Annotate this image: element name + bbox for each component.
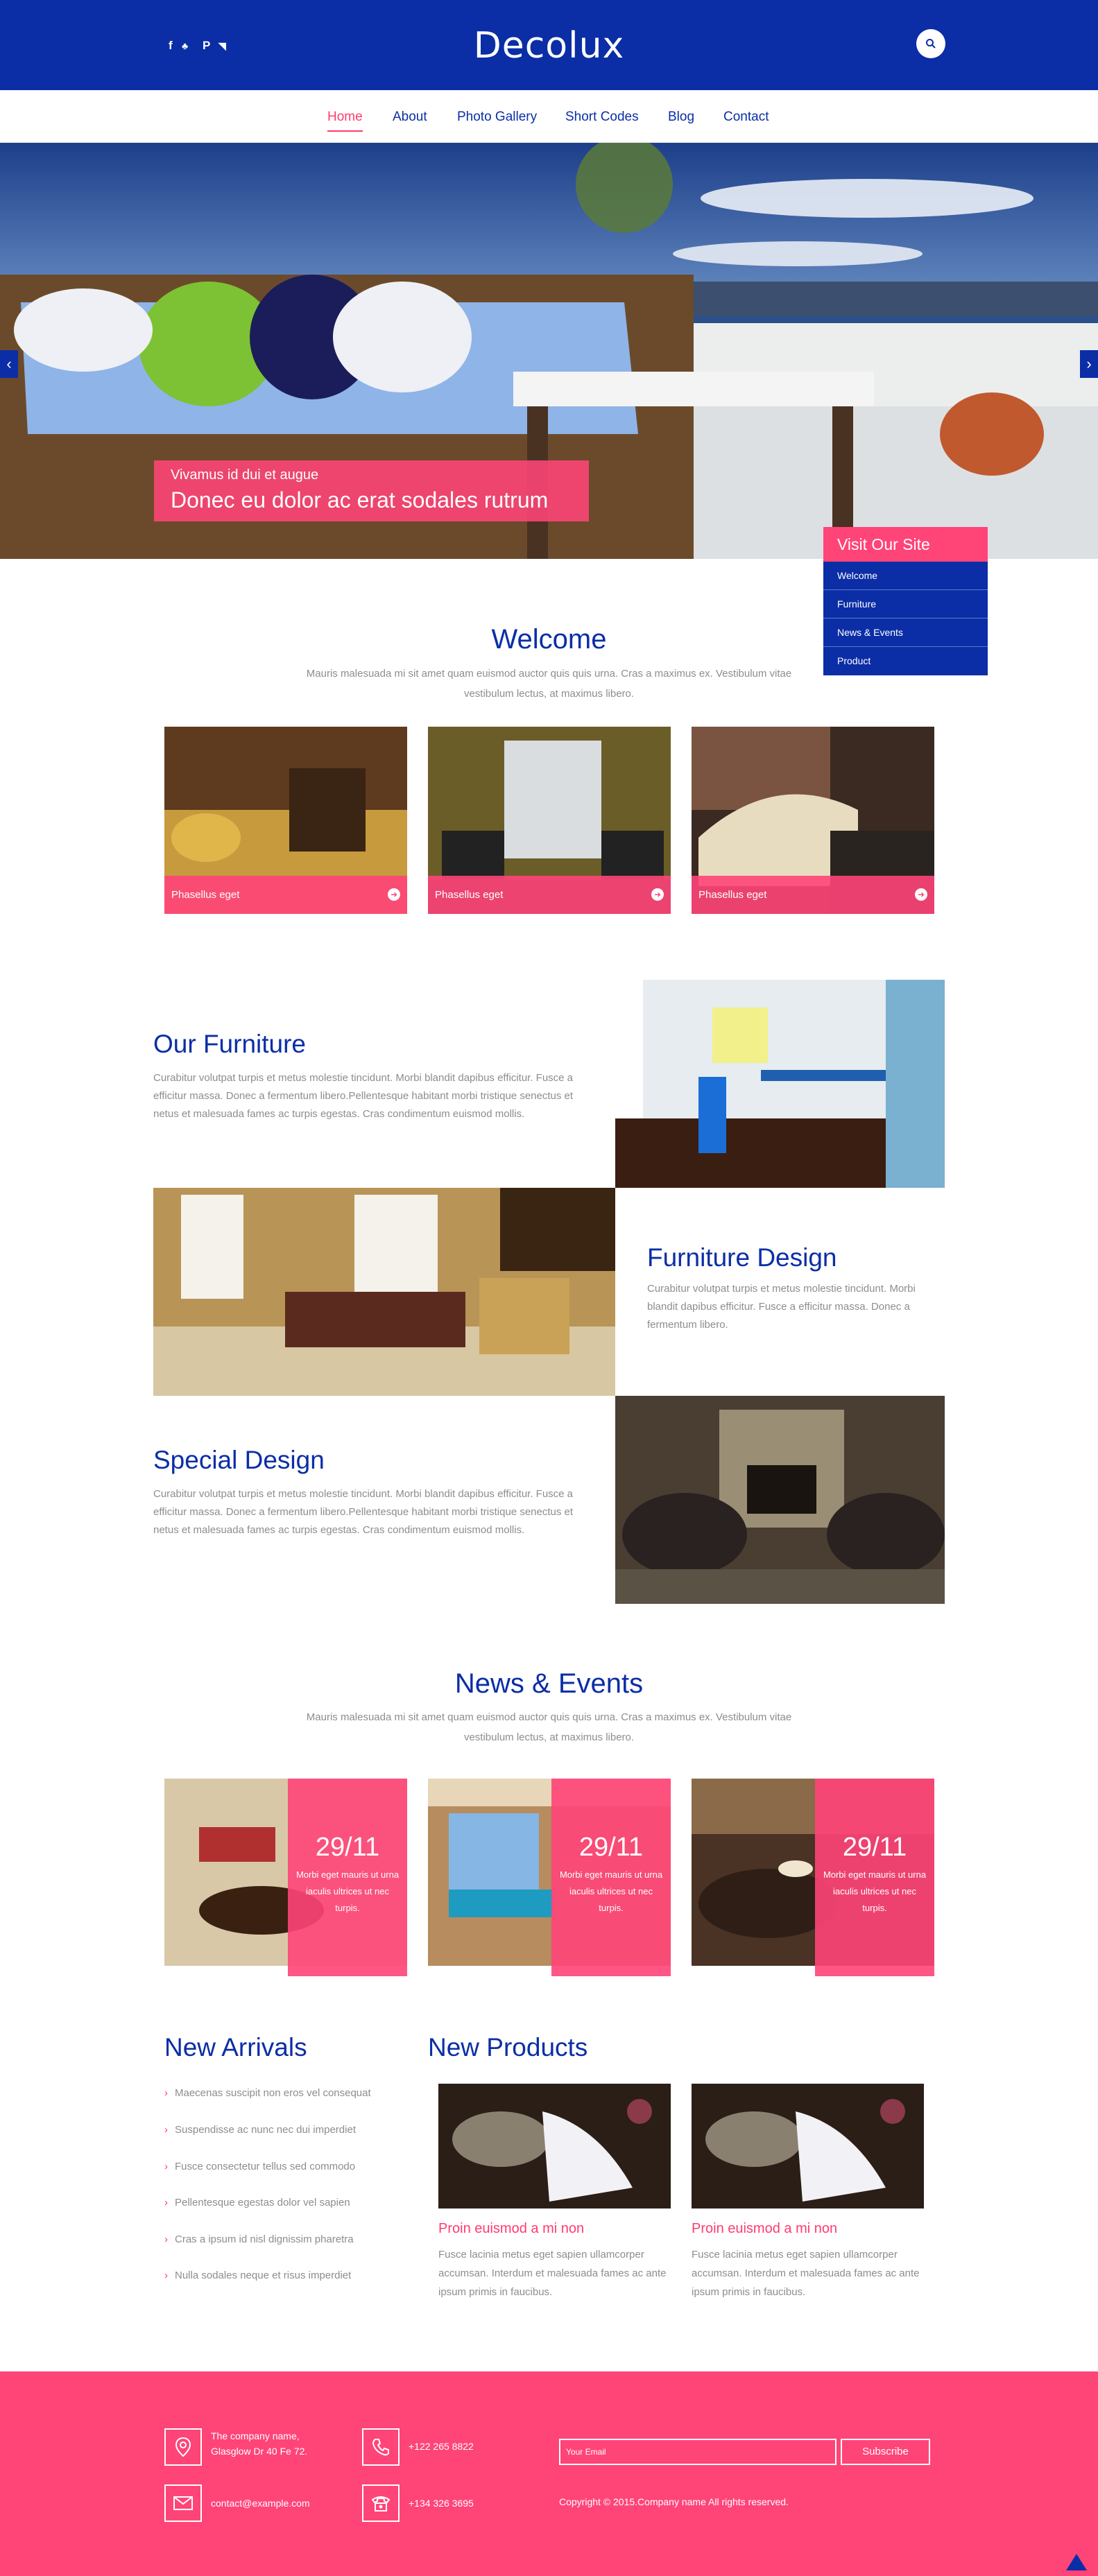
telephone-icon bbox=[362, 2484, 400, 2522]
tile-label: Phasellus eget bbox=[171, 889, 240, 901]
arrival-label: Fusce consectetur tellus sed commodo bbox=[175, 2161, 356, 2172]
footer-phone-1[interactable]: +122 265 8822 bbox=[409, 2439, 474, 2454]
furniture-design-text: Curabitur volutpat turpis et metus moles… bbox=[647, 1283, 916, 1331]
news-text: Morbi eget mauris ut urna iaculis ultric… bbox=[823, 1869, 927, 1913]
special-design-text: Curabitur volutpat turpis et metus moles… bbox=[153, 1488, 574, 1536]
arrival-item[interactable]: › Pellentesque egestas dolor vel sapien bbox=[164, 2197, 350, 2208]
footer-address: The company name, Glasglow Dr 40 Fe 72. bbox=[211, 2430, 308, 2457]
chevron-right-icon: › bbox=[164, 2270, 168, 2281]
product-text: Fusce lacinia metus eget sapien ullamcor… bbox=[692, 2249, 920, 2298]
news-card[interactable]: 29/11 Morbi eget mauris ut urna iaculis … bbox=[428, 1779, 671, 1976]
furniture-image-2 bbox=[153, 1188, 615, 1396]
welcome-description: Mauris malesuada mi sit amet quam euismo… bbox=[306, 668, 792, 700]
visit-menu-title: Visit Our Site bbox=[823, 527, 988, 562]
visit-item-furniture[interactable]: Furniture bbox=[823, 590, 988, 619]
news-date: 29/11 bbox=[842, 1833, 907, 1862]
welcome-title: Welcome bbox=[491, 624, 607, 655]
arrival-label: Cras a ipsum id nisl dignissim pharetra bbox=[175, 2233, 354, 2245]
arrival-item[interactable]: › Suspendisse ac nunc nec dui imperdiet bbox=[164, 2124, 356, 2136]
nav-home[interactable]: Home bbox=[327, 110, 363, 132]
arrow-right-icon[interactable]: ➜ bbox=[651, 888, 664, 901]
news-card[interactable]: 29/11 Morbi eget mauris ut urna iaculis … bbox=[692, 1779, 934, 1976]
arrival-item[interactable]: › Maecenas suscipit non eros vel consequa… bbox=[164, 2087, 371, 2099]
arrival-item[interactable]: › Fusce consectetur tellus sed commodo bbox=[164, 2161, 355, 2172]
product-title[interactable]: Proin euismod a mi non bbox=[692, 2221, 837, 2237]
hero-caption-title: Donec eu dolor ac erat sodales rutrum bbox=[171, 487, 549, 512]
arrival-item[interactable]: › Nulla sodales neque et risus imperdiet bbox=[164, 2270, 351, 2281]
news-card[interactable]: 29/11 Morbi eget mauris ut urna iaculis … bbox=[164, 1779, 407, 1976]
our-furniture-title: Our Furniture bbox=[153, 1030, 307, 1058]
tile-label: Phasellus eget bbox=[698, 889, 767, 901]
product-image[interactable] bbox=[692, 2084, 924, 2208]
slider-next-button[interactable]: › bbox=[1080, 350, 1098, 378]
location-icon bbox=[164, 2428, 202, 2466]
welcome-tile[interactable]: Phasellus eget ➜ bbox=[692, 727, 934, 914]
slider-prev-button[interactable]: ‹ bbox=[0, 350, 18, 378]
news-title: News & Events bbox=[454, 1668, 644, 1699]
arrival-label: Maecenas suscipit non eros vel consequat bbox=[175, 2087, 371, 2099]
nav-photo-gallery[interactable]: Photo Gallery bbox=[457, 110, 537, 125]
nav-about[interactable]: About bbox=[393, 110, 427, 125]
chevron-right-icon: › bbox=[164, 2124, 168, 2136]
footer bbox=[0, 2371, 1098, 2576]
nav-contact[interactable]: Contact bbox=[723, 110, 769, 125]
furniture-image-1 bbox=[615, 980, 945, 1188]
news-overlay: 29/11 Morbi eget mauris ut urna iaculis … bbox=[815, 1779, 934, 1976]
visit-item-welcome[interactable]: Welcome bbox=[823, 562, 988, 590]
arrow-right-icon[interactable]: ➜ bbox=[388, 888, 400, 901]
new-products-title: New Products bbox=[428, 2033, 588, 2061]
arrival-label: Pellentesque egestas dolor vel sapien bbox=[175, 2197, 350, 2208]
arrival-label: Nulla sodales neque et risus imperdiet bbox=[175, 2270, 352, 2281]
footer-phone-2[interactable]: +134 326 3695 bbox=[409, 2496, 474, 2511]
arrow-right-icon[interactable]: ➜ bbox=[915, 888, 927, 901]
envelope-icon bbox=[164, 2484, 202, 2522]
news-date: 29/11 bbox=[315, 1833, 380, 1862]
chevron-right-icon: › bbox=[164, 2197, 168, 2208]
news-overlay: 29/11 Morbi eget mauris ut urna iaculis … bbox=[288, 1779, 407, 1976]
furniture-design-title: Furniture Design bbox=[647, 1243, 837, 1272]
news-date: 29/11 bbox=[578, 1833, 644, 1862]
furniture-image-3 bbox=[615, 1396, 945, 1604]
welcome-tile[interactable]: Phasellus eget ➜ bbox=[428, 727, 671, 914]
product-text: Fusce lacinia metus eget sapien ullamcor… bbox=[438, 2249, 667, 2298]
news-text: Morbi eget mauris ut urna iaculis ultric… bbox=[559, 1869, 663, 1913]
chevron-right-icon: › bbox=[164, 2161, 168, 2172]
scroll-to-top-icon[interactable] bbox=[1066, 2554, 1087, 2570]
newsletter-email-input[interactable] bbox=[559, 2439, 837, 2465]
news-overlay: 29/11 Morbi eget mauris ut urna iaculis … bbox=[551, 1779, 671, 1976]
welcome-tile[interactable]: Phasellus eget ➜ bbox=[164, 727, 407, 914]
arrival-item[interactable]: › Cras a ipsum id nisl dignissim pharetra bbox=[164, 2233, 354, 2245]
our-furniture-text: Curabitur volutpat turpis et metus moles… bbox=[153, 1072, 574, 1120]
news-description: Mauris malesuada mi sit amet quam euismo… bbox=[306, 1711, 792, 1743]
chevron-right-icon: › bbox=[164, 2087, 168, 2099]
product-image[interactable] bbox=[438, 2084, 671, 2208]
footer-email[interactable]: contact@example.com bbox=[211, 2496, 310, 2511]
tile-caption: Phasellus eget bbox=[164, 876, 407, 914]
nav-blog[interactable]: Blog bbox=[668, 110, 694, 125]
search-icon[interactable] bbox=[916, 29, 945, 58]
arrival-label: Suspendisse ac nunc nec dui imperdiet bbox=[175, 2124, 356, 2136]
phone-icon bbox=[362, 2428, 400, 2466]
new-arrivals-title: New Arrivals bbox=[164, 2033, 307, 2061]
product-title[interactable]: Proin euismod a mi non bbox=[438, 2221, 584, 2237]
special-design-title: Special Design bbox=[153, 1446, 325, 1474]
main-nav bbox=[0, 90, 1098, 143]
chevron-right-icon: › bbox=[164, 2233, 168, 2245]
hero-caption: Vivamus id dui et augue Donec eu dolor a… bbox=[154, 460, 589, 521]
copyright-text: Copyright © 2015.Company name All rights… bbox=[559, 2496, 789, 2507]
tile-label: Phasellus eget bbox=[435, 889, 504, 901]
news-text: Morbi eget mauris ut urna iaculis ultric… bbox=[295, 1869, 400, 1913]
subscribe-button[interactable]: Subscribe bbox=[841, 2439, 930, 2465]
tile-caption: Phasellus eget bbox=[428, 876, 671, 914]
tile-caption: Phasellus eget bbox=[692, 876, 934, 914]
nav-short-codes[interactable]: Short Codes bbox=[565, 110, 639, 125]
hero-caption-small: Vivamus id dui et augue bbox=[171, 467, 319, 483]
